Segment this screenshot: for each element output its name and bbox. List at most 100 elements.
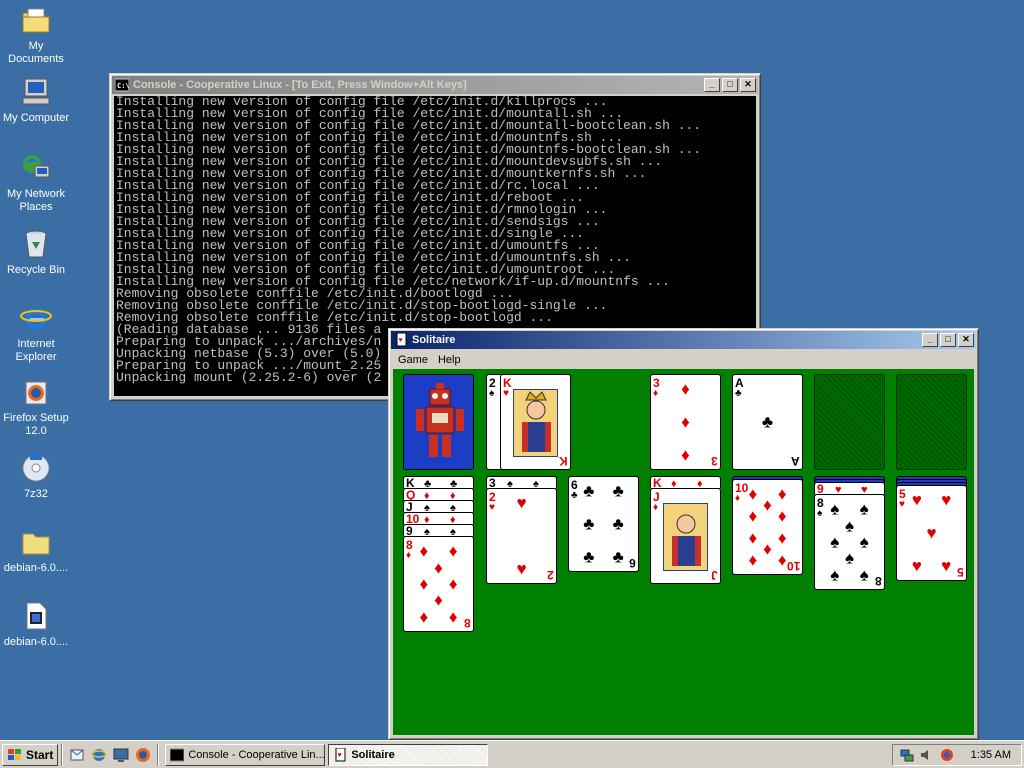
tableau-top-card[interactable]: 2 ♥ ♥ ♥ 2 xyxy=(486,488,557,584)
tableau-card-stub[interactable]: J ♠ ♠ xyxy=(403,500,474,512)
desktop-icon-network-places[interactable]: My Network Places xyxy=(0,152,72,214)
close-button[interactable]: ✕ xyxy=(958,333,974,347)
clock[interactable]: 1:35 AM xyxy=(971,749,1011,761)
desktop-icon-my-computer[interactable]: My Computer xyxy=(0,76,72,125)
windows-flag-icon xyxy=(8,748,21,760)
foundation-1[interactable]: 3 ♦ ♦ ♦ ♦ 3 xyxy=(650,374,721,470)
tableau-top-card[interactable]: 10 ♦ ♦ ♦ ♦ ♦ ♦ ♦ ♦ ♦ ♦ ♦ 10 xyxy=(732,479,803,575)
card-pip: ♠ xyxy=(424,502,430,513)
card-pip: ♦ xyxy=(424,490,430,501)
desktop-icon-debian-file[interactable]: debian-6.0.... xyxy=(0,600,72,649)
tableau-top-card[interactable]: 6 ♣ ♣ ♣ ♣ ♣ ♣ ♣ 6 xyxy=(568,476,639,572)
desktop-icon-label: My Network Places xyxy=(6,188,66,213)
stock-pile[interactable] xyxy=(403,374,474,470)
task-console[interactable]: Console - Cooperative Lin... xyxy=(165,743,326,766)
card-pip: ♦ xyxy=(748,506,758,526)
taskbar: Start Console - Cooperative Lin... ♥ Sol… xyxy=(0,740,1024,768)
desktop-icon-label: Internet Explorer xyxy=(15,338,57,363)
card-pip: ♦ xyxy=(681,379,690,399)
card-pip: ♣ xyxy=(583,547,595,567)
desktop-icon-debian-folder[interactable]: debian-6.0.... xyxy=(0,526,72,575)
tableau-card-stub[interactable]: K ♦ ♦ xyxy=(650,476,721,488)
waste-top-card[interactable]: K ♥ K xyxy=(500,374,571,470)
card-pip: ♣ xyxy=(612,481,624,501)
start-button[interactable]: Start xyxy=(2,743,59,766)
maximize-button[interactable]: □ xyxy=(722,78,738,92)
card-rank-bottom: 5 xyxy=(957,565,964,579)
desktop-icon-label: 7z32 xyxy=(24,488,48,500)
foundation-2[interactable]: A ♣ ♣ A xyxy=(732,374,803,470)
tableau-card-stub[interactable]: 10 ♦ ♦ xyxy=(403,512,474,524)
card-suit: ♥ xyxy=(503,388,509,399)
card-rank-bottom: 10 xyxy=(786,559,800,573)
start-label: Start xyxy=(26,747,54,762)
card-pip: ♣ xyxy=(761,412,774,432)
console-titlebar[interactable]: C:\ Console - Cooperative Linux - [To Ex… xyxy=(112,76,758,94)
quicklaunch-outlook-icon[interactable] xyxy=(66,744,88,766)
card-pip: ♦ xyxy=(448,607,458,627)
card-pips: ♦ ♦ ♦ ♦ ♦ ♦ ♦ ♦ xyxy=(414,542,463,626)
card-pip: ♣ xyxy=(612,547,624,567)
folder-documents-icon xyxy=(20,4,52,36)
task-solitaire[interactable]: ♥ Solitaire xyxy=(328,743,489,766)
speaker-tray-icon[interactable] xyxy=(919,747,935,763)
menu-help[interactable]: Help xyxy=(433,354,466,366)
quicklaunch-ie-icon[interactable] xyxy=(88,744,110,766)
card-pip: ♦ xyxy=(763,539,772,559)
desktop-icon-recycle-bin[interactable]: Recycle Bin xyxy=(0,228,72,277)
card-pip: ♦ xyxy=(419,574,429,594)
card-pip: ♠ xyxy=(830,499,840,519)
solitaire-window[interactable]: ♥ Solitaire _ □ ✕ Game Help 2 ♠ K ♥ K 3 … xyxy=(388,328,979,740)
card-pip: ♠ xyxy=(830,532,840,552)
foundation-4-empty[interactable] xyxy=(896,374,967,470)
tableau-top-card[interactable]: J ♦ J xyxy=(650,488,721,584)
card-pip: ♦ xyxy=(424,514,430,525)
tableau-card-stub[interactable]: 9 ♠ ♠ xyxy=(403,524,474,536)
system-tray: 1:35 AM xyxy=(892,744,1022,766)
tableau-card-stub[interactable]: 3 ♠ ♠ xyxy=(486,476,557,488)
robot-card-back-icon xyxy=(408,379,471,467)
desktop-icon-label: debian-6.0.... xyxy=(3,562,69,574)
card-pip: ♠ xyxy=(424,526,430,537)
card-rank: J xyxy=(406,500,413,512)
quicklaunch-firefox-icon[interactable] xyxy=(132,744,154,766)
card-pip: ♥ xyxy=(516,559,527,579)
card-rank-bottom: 6 xyxy=(629,556,636,570)
card-pip: ♦ xyxy=(434,590,443,610)
tableau-top-card[interactable]: 8 ♦ ♦ ♦ ♦ ♦ ♦ ♦ ♦ ♦ 8 xyxy=(403,536,474,632)
menu-game[interactable]: Game xyxy=(393,354,433,366)
card-pip: ♦ xyxy=(671,478,677,489)
desktop-icon-label: debian-6.0.... xyxy=(3,636,69,648)
solitaire-icon: ♥ xyxy=(335,747,346,761)
card-pips: ♦ ♦ ♦ ♦ ♦ ♦ ♦ ♦ ♦ ♦ xyxy=(743,485,792,569)
desktop-icon-7z32[interactable]: 7z32 xyxy=(0,452,72,501)
maximize-button[interactable]: □ xyxy=(940,333,956,347)
tableau-card-stub[interactable]: 9 ♥ ♥ xyxy=(814,482,885,494)
card-pip: ♦ xyxy=(777,528,787,548)
card-pip: ♠ xyxy=(533,478,539,489)
tableau-top-card[interactable]: 8 ♠ ♠ ♠ ♠ ♠ ♠ ♠ ♠ ♠ 8 xyxy=(814,494,885,590)
tableau-card-stub[interactable]: Q ♦ ♦ xyxy=(403,488,474,500)
card-pip: ♦ xyxy=(450,514,456,525)
desktop-icon-internet-explorer[interactable]: Internet Explorer xyxy=(0,302,72,364)
tableau-top-card[interactable]: 5 ♥ ♥ ♥ ♥ ♥ ♥ 5 xyxy=(896,485,967,581)
card-rank: 9 xyxy=(817,482,824,494)
close-button[interactable]: ✕ xyxy=(740,78,756,92)
foundation-3-empty[interactable] xyxy=(814,374,885,470)
tableau-card-stub[interactable]: K ♣ ♣ xyxy=(403,476,474,488)
card-suit: ♦ xyxy=(406,550,412,561)
quicklaunch-desktop-icon[interactable] xyxy=(110,744,132,766)
task-solitaire-label: Solitaire xyxy=(351,748,395,761)
folder-icon xyxy=(20,526,52,558)
network-tray-icon[interactable] xyxy=(899,747,915,763)
desktop-icon-firefox-setup[interactable]: Firefox Setup 12.0 xyxy=(0,376,72,438)
desktop-icon-my-documents[interactable]: My Documents xyxy=(0,4,72,66)
minimize-button[interactable]: _ xyxy=(922,333,938,347)
recycle-bin-icon xyxy=(20,228,52,260)
minimize-button[interactable]: _ xyxy=(704,78,720,92)
solitaire-table[interactable]: 2 ♠ K ♥ K 3 ♦ ♦ ♦ ♦ 3 A ♣ ♣ A K ♣ ♣ Q ♦ ♦ J ♠ ♠ 10 ♦ ♦ 9 ♠ ♠ 8 ♦… xyxy=(393,369,974,735)
solitaire-titlebar[interactable]: ♥ Solitaire _ □ ✕ xyxy=(391,331,976,349)
security-tray-icon[interactable] xyxy=(939,747,955,763)
card-pip: ♦ xyxy=(748,550,758,570)
card-pip: ♦ xyxy=(763,495,772,515)
